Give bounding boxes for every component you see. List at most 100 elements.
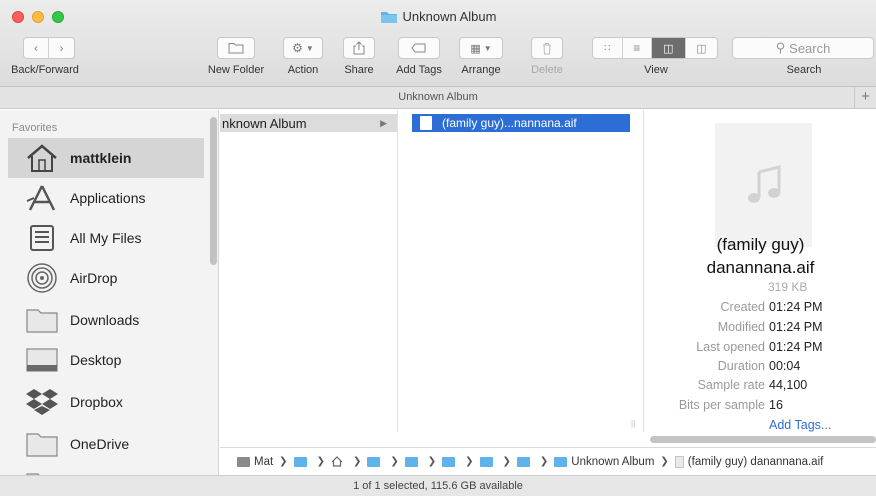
icon-view-button[interactable]: ∷ xyxy=(593,38,623,58)
meta-value: 16 xyxy=(769,398,783,412)
all-my-files-icon xyxy=(22,221,62,255)
tab-title[interactable]: Unknown Album xyxy=(398,91,478,103)
sidebar-item-applications[interactable]: Applications xyxy=(8,178,204,218)
meta-row-last-opened: Last opened 01:24 PM xyxy=(645,340,876,359)
meta-value: 00:04 xyxy=(769,359,801,373)
sidebar-item-partial[interactable] xyxy=(8,464,204,475)
crumb-file[interactable]: (family guy) danannana.aif xyxy=(674,455,824,468)
add-tags-label: Add Tags xyxy=(396,64,442,76)
cover-flow-view-button[interactable]: ◫ xyxy=(686,38,717,58)
action-tool: ⚙ ▼ Action xyxy=(280,37,326,76)
crumb-folder[interactable] xyxy=(293,456,311,467)
arrange-button[interactable]: ▦ ▼ xyxy=(459,37,503,59)
new-folder-label: New Folder xyxy=(207,64,265,76)
sidebar-item-desktop[interactable]: Desktop xyxy=(8,340,204,380)
view-tool: ∷ ≡ ◫ ◫ View xyxy=(592,37,720,76)
crumb-label: (family guy) danannana.aif xyxy=(687,455,824,468)
sidebar-item-label: Desktop xyxy=(70,352,122,368)
folder-icon xyxy=(22,303,62,337)
home-icon xyxy=(331,456,343,467)
crumb-home[interactable] xyxy=(331,456,347,467)
folder-row-unknown-album[interactable]: nknown Album ▶ xyxy=(220,114,397,132)
add-tags-link[interactable]: Add Tags... xyxy=(769,418,831,432)
meta-key: Sample rate xyxy=(697,378,765,392)
folder-icon xyxy=(22,467,62,475)
meta-key: Bits per sample xyxy=(678,398,765,412)
crumb-folder[interactable] xyxy=(404,456,422,467)
crumb-folder[interactable] xyxy=(479,456,497,467)
cover-flow-icon: ◫ xyxy=(696,42,707,55)
sidebar-item-mattklein[interactable]: mattklein xyxy=(8,138,204,178)
browser-column-1: nknown Album ▶ || xyxy=(220,110,404,432)
action-button[interactable]: ⚙ ▼ xyxy=(283,37,323,59)
crumb-folder[interactable] xyxy=(442,456,459,467)
delete-label: Delete xyxy=(531,64,563,76)
meta-row-bits-per-sample: Bits per sample 16 xyxy=(645,398,876,417)
crumb-separator-icon: ❯ xyxy=(352,456,362,467)
search-icon: ⚲ xyxy=(775,40,786,55)
sidebar-scrollbar[interactable] xyxy=(210,117,217,265)
search-input[interactable]: ⚲ Search xyxy=(732,37,874,59)
share-label: Share xyxy=(344,64,374,76)
window-title: Unknown Album xyxy=(0,9,876,27)
meta-row-modified: Modified 01:24 PM xyxy=(645,320,876,339)
view-label: View xyxy=(644,64,668,76)
meta-row-created: Created 01:24 PM xyxy=(645,300,876,319)
delete-tool: Delete xyxy=(523,37,571,76)
sidebar-item-label: Downloads xyxy=(70,312,140,328)
file-row-selected[interactable]: (family guy)...nannana.aif xyxy=(412,114,630,132)
meta-row-sample-rate: Sample rate 44,100 xyxy=(645,378,876,397)
disk-icon xyxy=(237,456,250,467)
crumb-separator-icon: ❯ xyxy=(502,456,511,467)
meta-value: 44,100 xyxy=(769,378,808,392)
chevron-down-icon: ▼ xyxy=(483,43,492,53)
sidebar-item-dropbox[interactable]: Dropbox xyxy=(8,382,204,422)
sidebar-item-label: Dropbox xyxy=(70,394,123,410)
meta-key: Last opened xyxy=(696,340,765,354)
preview-file-size: 319 KB xyxy=(768,280,808,294)
crumb-label: Unknown Album xyxy=(571,455,655,468)
back-button[interactable]: ‹ xyxy=(24,38,50,58)
home-icon xyxy=(22,141,62,175)
crumb-unknown-album[interactable]: Unknown Album xyxy=(554,456,654,468)
sidebar-item-downloads[interactable]: Downloads xyxy=(8,300,204,340)
preview-pane: (family guy) danannana.aif 319 KB Create… xyxy=(645,110,876,432)
meta-value: 01:24 PM xyxy=(769,340,823,354)
meta-value: 01:24 PM xyxy=(769,320,823,334)
file-row-label: (family guy)...nannana.aif xyxy=(442,116,577,130)
sidebar-item-label: mattklein xyxy=(70,150,132,166)
trash-icon xyxy=(543,42,551,54)
crumb-folder[interactable] xyxy=(367,456,384,467)
new-folder-icon xyxy=(228,43,244,54)
folder-row-label: nknown Album xyxy=(222,115,307,131)
add-tags-button[interactable] xyxy=(398,37,440,59)
folder-icon xyxy=(367,456,381,467)
new-folder-button[interactable] xyxy=(217,37,255,59)
column-resize-handle[interactable]: || xyxy=(631,419,635,428)
gear-icon: ⚙ xyxy=(292,41,303,55)
crumb-disk[interactable]: Mat xyxy=(237,456,273,468)
action-label: Action xyxy=(287,64,319,76)
column-view-button[interactable]: ◫ xyxy=(652,38,686,58)
search-label: Search xyxy=(786,64,822,76)
sidebar-heading: Favorites xyxy=(12,122,58,134)
desktop-icon xyxy=(22,343,62,377)
window-toolbar: Unknown Album ‹ › Back/Forward New Folde… xyxy=(0,0,876,87)
crumb-separator-icon: ❯ xyxy=(539,456,549,467)
share-button[interactable] xyxy=(343,37,375,59)
crumb-folder[interactable] xyxy=(516,456,534,467)
sidebar-item-airdrop[interactable]: AirDrop xyxy=(8,258,204,298)
meta-key: Modified xyxy=(717,320,765,334)
search-placeholder: Search xyxy=(789,40,831,56)
delete-button[interactable] xyxy=(531,37,563,59)
forward-button[interactable]: › xyxy=(49,38,74,58)
tab-bar: Unknown Album + xyxy=(0,87,876,109)
list-view-button[interactable]: ≡ xyxy=(623,38,653,58)
horizontal-scrollbar[interactable] xyxy=(650,436,876,443)
sidebar-item-all-my-files[interactable]: All My Files xyxy=(8,218,204,258)
disclosure-arrow-icon: ▶ xyxy=(380,117,387,128)
crumb-separator-icon: ❯ xyxy=(390,456,399,467)
sidebar-item-onedrive[interactable]: OneDrive xyxy=(8,424,204,464)
music-note-icon xyxy=(747,165,780,203)
new-tab-button[interactable]: + xyxy=(854,87,876,108)
